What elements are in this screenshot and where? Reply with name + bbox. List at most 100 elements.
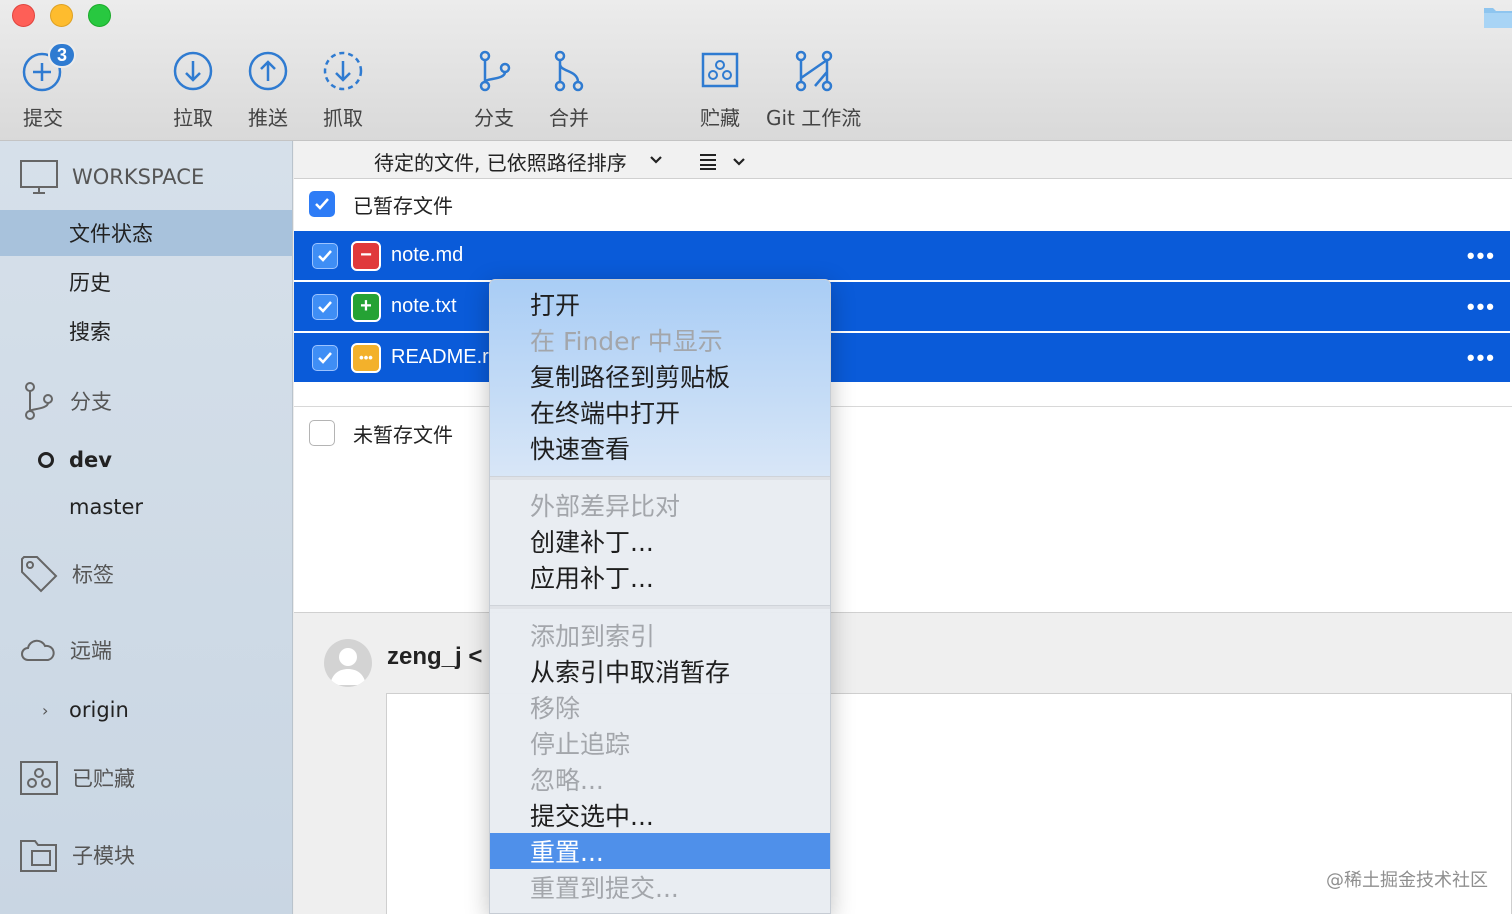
tag-icon: [21, 556, 58, 593]
sidebar-item-origin[interactable]: › origin: [0, 687, 292, 733]
plus-icon: +: [351, 291, 381, 322]
pull-button[interactable]: 拉取: [170, 48, 216, 131]
workspace-header: WORKSPACE: [20, 159, 204, 195]
staged-files-header: 已暂存文件: [294, 179, 1512, 229]
commit-button[interactable]: 3 提交: [20, 42, 76, 131]
context-menu: 打开 在 Finder 中显示 复制路径到剪贴板 在终端中打开 快速查看 外部差…: [489, 279, 831, 914]
staged-all-checkbox[interactable]: [309, 191, 335, 217]
folder-icon[interactable]: [1482, 4, 1512, 28]
file-name: README.r: [391, 346, 489, 368]
branches-header[interactable]: 分支: [20, 381, 112, 421]
checkmark-icon: [318, 249, 332, 262]
user-icon: [330, 648, 366, 685]
menu-item-unstage[interactable]: 从索引中取消暂存: [490, 653, 830, 689]
gitflow-button[interactable]: Git 工作流: [766, 48, 861, 131]
stash-label: 贮藏: [700, 106, 740, 130]
checkmark-icon: [318, 351, 332, 364]
file-name: note.md: [391, 244, 464, 266]
menu-item-reset[interactable]: 重置...: [490, 833, 830, 869]
menu-item-open[interactable]: 打开: [490, 286, 830, 322]
pull-label: 拉取: [173, 106, 213, 130]
submodule-icon: [20, 840, 57, 872]
sidebar-item-history[interactable]: 历史: [0, 259, 292, 305]
menu-item-commit-selected[interactable]: 提交选中...: [490, 797, 830, 833]
minimize-window-button[interactable]: [50, 4, 73, 27]
close-window-button[interactable]: [12, 4, 35, 27]
branch-icon: [479, 50, 511, 92]
file-checkbox[interactable]: [312, 293, 338, 320]
current-branch-icon: [38, 452, 54, 468]
menu-item-quick-look[interactable]: 快速查看: [490, 430, 830, 466]
file-row[interactable]: + note.txt •••: [294, 282, 1510, 331]
sort-dropdown[interactable]: 待定的文件, 已依照路径排序: [374, 147, 627, 176]
divider: [294, 406, 1512, 407]
menu-item-ignore: 忽略...: [530, 766, 604, 795]
menu-item-show-in-finder: 在 Finder 中显示: [530, 327, 723, 356]
file-status-pane: 待定的文件, 已依照路径排序 已暂存文件 − note.md ••• + not…: [294, 141, 1512, 914]
gitflow-label: Git 工作流: [766, 106, 862, 130]
merge-icon: [554, 50, 584, 92]
monitor-icon: [20, 160, 58, 194]
more-options-icon[interactable]: •••: [1467, 243, 1496, 269]
tags-header[interactable]: 标签: [20, 555, 114, 593]
view-options[interactable]: [698, 151, 746, 171]
submodules-header[interactable]: 子模块: [20, 837, 135, 873]
sidebar-item-file-status[interactable]: 文件状态: [0, 210, 292, 256]
more-options-icon[interactable]: •••: [1467, 345, 1496, 371]
stashes-header[interactable]: 已贮藏: [20, 761, 135, 795]
menu-separator: [490, 605, 830, 609]
menu-item-copy-path[interactable]: 复制路径到剪贴板: [490, 358, 830, 394]
sidebar-item-search[interactable]: 搜索: [0, 308, 292, 354]
more-options-icon[interactable]: •••: [1467, 294, 1496, 320]
stash-button[interactable]: 贮藏: [697, 48, 743, 131]
watermark: @稀土掘金技术社区: [1326, 870, 1488, 891]
unstaged-files-header: 未暂存文件: [294, 408, 1512, 458]
merge-button[interactable]: 合并: [546, 48, 592, 131]
minus-icon: −: [351, 240, 381, 271]
push-label: 推送: [248, 106, 288, 130]
chevron-down-icon[interactable]: [649, 149, 663, 169]
origin-label: origin: [69, 698, 129, 722]
sidebar-item-branch-dev[interactable]: dev: [0, 437, 292, 483]
zoom-window-button[interactable]: [88, 4, 111, 27]
branches-label: 分支: [70, 390, 112, 414]
chevron-down-icon[interactable]: [732, 151, 746, 171]
menu-item-create-patch[interactable]: 创建补丁...: [490, 523, 830, 559]
checkmark-icon: [318, 300, 332, 313]
chevron-right-icon[interactable]: ›: [42, 701, 48, 720]
list-view-icon[interactable]: [698, 151, 718, 171]
workspace-label: WORKSPACE: [72, 165, 205, 189]
sort-bar: 待定的文件, 已依照路径排序: [294, 141, 1512, 179]
remotes-header[interactable]: 远端: [20, 635, 112, 665]
file-name: note.txt: [391, 295, 457, 317]
merge-label: 合并: [549, 106, 589, 130]
commit-author: zeng_j <: [387, 643, 483, 670]
branch-button[interactable]: 分支: [471, 48, 517, 131]
file-row[interactable]: − note.md •••: [294, 231, 1510, 280]
menu-item-open-in-terminal[interactable]: 在终端中打开: [490, 394, 830, 430]
push-button[interactable]: 推送: [245, 48, 291, 131]
file-checkbox[interactable]: [312, 242, 338, 269]
menu-item-add-to-index: 添加到索引: [530, 622, 656, 651]
branch-icon: [25, 382, 53, 420]
tags-label: 标签: [72, 563, 114, 587]
fetch-label: 抓取: [323, 106, 363, 130]
toolbar: 3 提交 拉取 推送 抓取 分支 合并 贮藏 Git 工作流: [0, 0, 1512, 141]
stashes-label: 已贮藏: [72, 767, 135, 791]
sidebar-item-branch-master[interactable]: master: [0, 484, 292, 530]
remotes-label: 远端: [70, 639, 112, 663]
menu-item-apply-patch[interactable]: 应用补丁...: [490, 559, 830, 595]
branch-label: 分支: [474, 106, 514, 130]
menu-item-remove: 移除: [530, 694, 581, 723]
unstaged-all-checkbox[interactable]: [309, 420, 335, 446]
fetch-icon: [323, 51, 363, 91]
fetch-button[interactable]: 抓取: [320, 48, 366, 131]
menu-item-external-diff: 外部差异比对: [530, 492, 681, 521]
checkmark-icon: [315, 198, 329, 210]
pull-icon: [173, 51, 213, 91]
branch-dev-label: dev: [69, 448, 112, 472]
file-checkbox[interactable]: [312, 344, 338, 371]
gitflow-icon: [795, 50, 832, 92]
ellipsis-icon: •••: [351, 342, 381, 373]
file-row[interactable]: ••• README.r •••: [294, 333, 1510, 382]
